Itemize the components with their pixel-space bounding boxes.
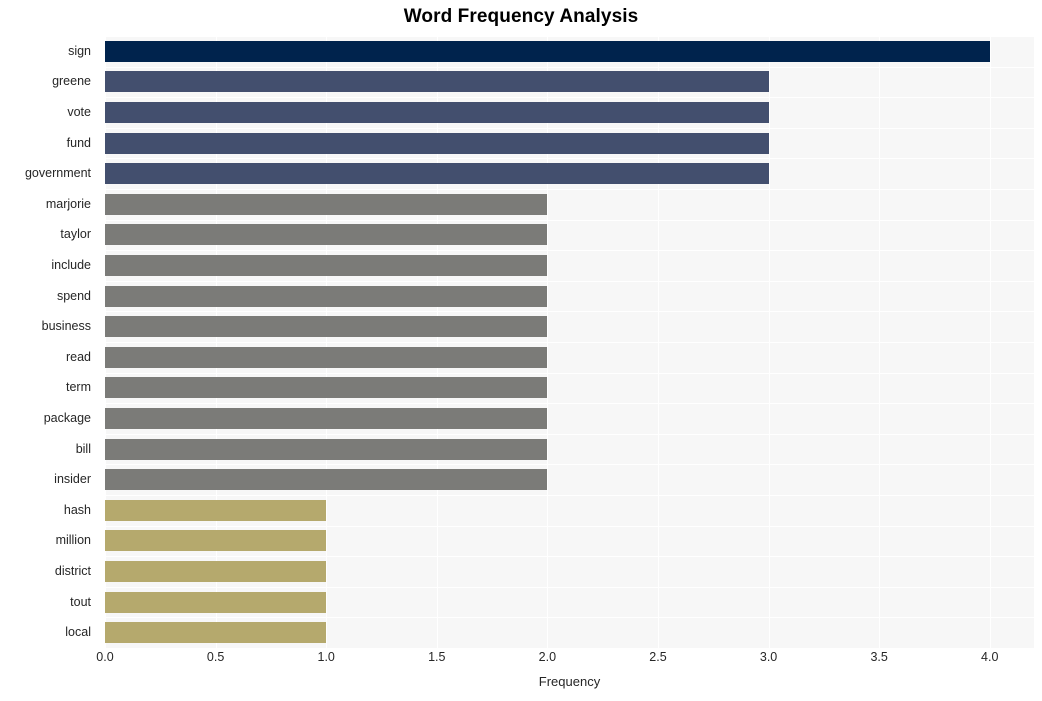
x-axis-tick-label: 2.5 <box>649 650 667 664</box>
y-axis-tick-label: tout <box>70 594 91 609</box>
bar <box>105 316 548 338</box>
bar <box>105 40 990 62</box>
gridline-horizontal <box>105 36 1034 37</box>
bar <box>105 408 548 429</box>
bar <box>105 499 327 521</box>
page-title: Word Frequency Analysis <box>403 6 639 27</box>
gridline-horizontal <box>105 220 1034 221</box>
y-axis-tick-label: include <box>51 258 91 272</box>
gridline-horizontal <box>105 311 1034 312</box>
y-axis-tick-label: district <box>54 564 91 578</box>
gridline-horizontal <box>105 342 1034 343</box>
y-axis-tick-labels: sign greene vote fund government marjorie tayl… <box>0 36 98 648</box>
bar <box>105 132 769 154</box>
gridline-horizontal <box>105 97 1034 98</box>
y-axis-tick-label: insider <box>54 472 91 487</box>
gridline-horizontal <box>105 403 1034 404</box>
bar <box>105 71 769 93</box>
gridline-horizontal <box>105 189 1034 190</box>
x-axis-tick-label: 3.5 <box>870 650 888 664</box>
y-axis-tick-label: vote <box>67 105 91 119</box>
y-axis-tick-label: package <box>43 411 91 425</box>
bar <box>105 469 548 491</box>
y-axis-tick-label: hash <box>63 502 91 517</box>
x-axis-tick-label: 1.0 <box>317 650 335 664</box>
y-axis-tick-label: spend <box>56 288 91 303</box>
gridline-horizontal <box>105 67 1034 68</box>
bar <box>105 591 327 613</box>
bar <box>105 285 548 307</box>
y-axis-tick-label: taylor <box>60 227 91 242</box>
gridline-horizontal <box>105 526 1034 527</box>
y-axis-tick-label: business <box>41 319 91 334</box>
bar <box>105 255 548 276</box>
y-axis-tick-label: million <box>55 533 91 548</box>
x-axis-tick-label: 1.5 <box>428 650 446 664</box>
y-axis-tick-label: greene <box>52 74 91 89</box>
y-axis-tick-label: sign <box>68 43 91 58</box>
x-axis-tick-label: 2.0 <box>538 650 557 664</box>
bar <box>105 377 548 399</box>
bar <box>105 530 327 552</box>
plot-area <box>105 36 1034 648</box>
bar <box>105 163 769 185</box>
y-axis-tick-label: local <box>65 625 91 640</box>
gridline-horizontal <box>105 128 1034 129</box>
y-axis-tick-label: fund <box>66 135 91 150</box>
gridline-horizontal <box>105 556 1034 557</box>
bar <box>105 346 548 368</box>
gridline-horizontal <box>105 158 1034 159</box>
gridline-horizontal <box>105 587 1034 588</box>
bar <box>105 561 327 582</box>
bar <box>105 193 548 215</box>
x-axis-tick-labels: 0.0 0.5 1.0 1.5 2.0 2.5 3.0 3.5 4.0 <box>96 650 1034 670</box>
bar <box>105 102 769 123</box>
gridline-horizontal <box>105 495 1034 496</box>
y-axis-tick-label: read <box>65 349 91 364</box>
gridline-horizontal <box>105 250 1034 251</box>
bar <box>105 224 548 246</box>
gridline-horizontal <box>105 464 1034 465</box>
gridline-horizontal <box>105 373 1034 374</box>
x-axis-tick-label: 0.0 <box>96 650 114 664</box>
y-axis-tick-label: marjorie <box>45 196 91 211</box>
x-axis-tick-label: 4.0 <box>981 650 999 664</box>
x-axis-label: Frequency <box>538 674 601 689</box>
x-axis-tick-label: 0.5 <box>206 650 225 664</box>
chart-figure: Word Frequency Analysis sign greene vote fu… <box>0 0 1042 701</box>
gridline-horizontal <box>105 617 1034 618</box>
y-axis-tick-label: bill <box>75 441 91 456</box>
bar <box>105 622 327 644</box>
gridline-horizontal <box>105 281 1034 282</box>
x-axis-tick-label: 3.0 <box>759 650 778 664</box>
bar <box>105 438 548 460</box>
gridline-horizontal <box>105 434 1034 435</box>
y-axis-tick-label: term <box>66 380 91 395</box>
y-axis-tick-label: government <box>24 166 91 181</box>
